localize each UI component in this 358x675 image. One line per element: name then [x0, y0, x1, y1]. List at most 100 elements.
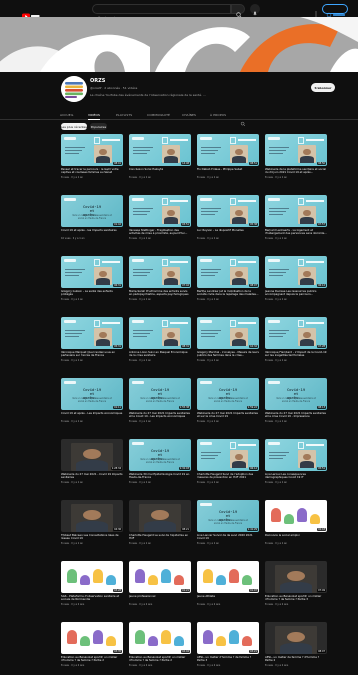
video-title[interactable]: Véronique Flambard - L'Impact de la Covi… [265, 351, 327, 358]
video-thumbnail[interactable]: Covid-19 et après... Vers un nouvel équilib… [61, 378, 123, 410]
video-title[interactable]: Jeanne Decisse Les ressources publics ac… [265, 290, 327, 297]
video-card[interactable]: Covid-19 et après... Vers un nouvel équilib… [61, 378, 123, 423]
video-thumbnail[interactable]: Covid-19 et après... Vers un nouvel équilib… [129, 439, 191, 471]
video-card[interactable]: 08:07 AESL, un métier de femme ? d'homme … [265, 622, 327, 667]
video-thumbnail[interactable]: Covid-19 et après... Vers un nouvel équilib… [265, 378, 327, 410]
video-card[interactable]: 05:38 Luc Royson - Le dispositif Monalisa… [197, 195, 259, 240]
video-title[interactable]: Covid 19 et après - les Impacts sanitair… [61, 229, 123, 236]
video-title[interactable]: Webinaire du 27 mai 2021 Impacts sanitai… [197, 412, 259, 419]
video-title[interactable]: Covid 19 et après - Les Impacts économiq… [61, 412, 123, 419]
video-thumbnail[interactable]: Covid-19 et après... Vers un nouvel équilib… [197, 500, 259, 532]
video-title[interactable]: Véronique Marquet Quel rendez-vous en pa… [61, 351, 123, 358]
video-title[interactable]: SGS - Plateforme d'observation sanitaire… [61, 595, 123, 602]
video-card[interactable]: 07:28 Véronique Flambard - L'Impact de la… [265, 317, 327, 362]
video-thumbnail[interactable]: 04:36 [61, 500, 123, 532]
video-thumbnail[interactable]: 08:51 [197, 134, 259, 166]
video-thumbnail[interactable]: 08:50 [265, 134, 327, 166]
video-title[interactable]: AESL, un métier de femme ? d'homme ? Par… [265, 656, 327, 663]
video-card[interactable]: 04:36 Thibaut Balcaen Les Consultations l… [61, 500, 123, 545]
video-card[interactable]: 01:21 Jeune professionnel 8 vues · Il y a … [129, 561, 191, 606]
video-card[interactable]: 1:28:34 Webinaire du 27 mai 2021 - Covid … [61, 439, 123, 484]
video-thumbnail[interactable]: 08:07 [265, 622, 327, 654]
video-thumbnail[interactable]: 02:18 [265, 500, 327, 532]
video-title[interactable]: Fin Débat d'idées - Philippe Sabat [197, 168, 259, 175]
video-card[interactable]: 03:51 Vanessa Stettinger - Fragilisation … [129, 195, 191, 240]
video-card[interactable]: Covid-19 et après... Vers un nouvel équilib… [197, 378, 259, 423]
video-title[interactable]: Penser et tracer le parcours : le Gwill … [61, 168, 123, 175]
video-title[interactable]: Grégory Gubsin - La santé des enfants pr… [61, 290, 123, 297]
video-title[interactable]: Webinaire 30 mai Epidémiologie Covid 19 … [129, 473, 191, 480]
video-card[interactable]: Covid-19 et après... Vers un nouvel équilib… [197, 500, 259, 545]
video-thumbnail[interactable]: 05:38 [197, 195, 259, 227]
video-title[interactable]: Berthe Landréw (et la mobilisation de la… [197, 290, 259, 297]
video-title[interactable]: Charlotte Haugard Le suivi de l'épidémie… [129, 534, 191, 541]
video-card[interactable]: Covid-19 et après... Vers un nouvel équilib… [61, 195, 123, 240]
video-thumbnail[interactable]: 01:07 [197, 561, 259, 593]
video-thumbnail[interactable]: 03:21 [197, 622, 259, 654]
video-title[interactable]: Antoine Lixon Suivi en Pasqual Economiqu… [129, 351, 191, 358]
video-title[interactable]: Conclusion Soraì Haksyté [129, 168, 191, 175]
video-title[interactable]: Marie-Sarah Prudhomme des enfants suivis… [129, 290, 191, 297]
video-title[interactable]: AESL, un métier d'homme ? de femme ? Par… [197, 656, 259, 663]
video-card[interactable]: 03:21 AESL, un métier d'homme ? de femme … [197, 622, 259, 667]
video-title[interactable]: Education au Bénévolat sportif, un métie… [265, 595, 327, 602]
video-thumbnail[interactable]: 07:28 [265, 317, 327, 349]
video-thumbnail[interactable]: 03:28 [61, 561, 123, 593]
video-title[interactable]: Charlotte Haugard Suivi de l'adoption de… [197, 473, 259, 480]
video-thumbnail[interactable]: 08:21 [129, 500, 191, 532]
video-thumbnail[interactable]: 06:31 [61, 256, 123, 288]
video-card[interactable]: 01:07 Jeune Athlete 8 vues · Il y a 2 ans [197, 561, 259, 606]
video-card[interactable]: 08:41 Penser et tracer le parcours : le G… [61, 134, 123, 179]
video-title[interactable]: Jeune professionnel [129, 595, 191, 602]
video-card[interactable]: 08:50 Webinaire de la plateforme sanitair… [265, 134, 327, 179]
video-thumbnail[interactable]: 10:32 [197, 317, 259, 349]
video-thumbnail[interactable]: 06:12 [265, 256, 327, 288]
video-card[interactable]: Covid-19 et après... Vers un nouvel équilib… [265, 378, 327, 423]
video-title[interactable]: Lina Leroux Les conséquences démographiq… [265, 473, 327, 480]
video-card[interactable]: 05:51 Lina Leroux Les conséquences démogr… [265, 439, 327, 484]
video-card[interactable]: Covid-19 et après... Vers un nouvel équilib… [129, 378, 191, 423]
video-card[interactable]: 05:31 Véronique Marquet Quel rendez-vous … [61, 317, 123, 362]
video-card[interactable]: Covid-19 et après... Vers un nouvel équilib… [129, 439, 191, 484]
video-card[interactable]: 04:04 Education au Bénévolat sportif, un … [129, 622, 191, 667]
video-thumbnail[interactable]: 07:57 [265, 195, 327, 227]
video-thumbnail[interactable]: 08:41 [61, 134, 123, 166]
video-title[interactable]: Education au Bénévolat sportif, un métie… [129, 656, 191, 663]
video-thumbnail[interactable]: 08:31 [129, 317, 191, 349]
video-title[interactable]: Live Lancer Survol de de suivi 2020 2021… [197, 534, 259, 541]
video-thumbnail[interactable]: 04:04 [129, 622, 191, 654]
video-thumbnail[interactable]: 05:51 [265, 439, 327, 471]
video-card[interactable]: 06:31 Grégory Gubsin - La santé des enfan… [61, 256, 123, 301]
video-thumbnail[interactable]: 08:07 [197, 256, 259, 288]
video-card[interactable]: 06:12 Jeanne Decisse Les ressources publi… [265, 256, 327, 301]
video-title[interactable]: Webinaire du 27 mai 2021 Impacts sanitai… [265, 412, 327, 419]
video-thumbnail[interactable]: 07:49 [265, 561, 327, 593]
video-thumbnail[interactable]: Covid-19 et après... Vers un nouvel équilib… [61, 195, 123, 227]
video-title[interactable]: Jeune Athlete [197, 595, 259, 602]
video-card[interactable]: 03:28 SGS - Plateforme d'observation sani… [61, 561, 123, 606]
video-card[interactable]: 03:35 Education au Bénévolat sportif, un … [61, 622, 123, 667]
video-card[interactable]: 07:57 Bernard Lenhaerts - La logement et … [265, 195, 327, 240]
video-card[interactable]: 14:48 Conclusion Soraì Haksyté 8 vues · Il… [129, 134, 191, 179]
video-title[interactable]: Découvre le social emploi [265, 534, 327, 541]
video-card[interactable]: 08:21 Charlotte Haugard Le suivi de l'épi… [129, 500, 191, 545]
video-thumbnail[interactable]: 1:28:34 [61, 439, 123, 471]
video-card[interactable]: 07:49 Education au Bénévolat sportif, un … [265, 561, 327, 606]
video-thumbnail[interactable]: 03:35 [61, 622, 123, 654]
video-card[interactable]: 10:32 Grégory Marchal - L'Analyse - Mesur… [197, 317, 259, 362]
video-title[interactable]: Thibaut Balcaen Les Consultations liées … [61, 534, 123, 541]
video-thumbnail[interactable]: 03:51 [129, 195, 191, 227]
video-title[interactable]: Webinaire du 27 mai 2021 - Covid 19 Impa… [61, 473, 123, 480]
video-thumbnail[interactable]: 05:31 [61, 317, 123, 349]
video-card[interactable]: 02:18 Découvre le social emploi 8 vues · I… [265, 500, 327, 545]
video-title[interactable]: Grégory Marchal - L'Analyse - Mesure de … [197, 351, 259, 358]
video-thumbnail[interactable]: Covid-19 et après... Vers un nouvel équilib… [129, 378, 191, 410]
video-thumbnail[interactable]: 14:48 [129, 134, 191, 166]
video-thumbnail[interactable]: 01:21 [129, 561, 191, 593]
video-card[interactable]: 08:31 Antoine Lixon Suivi en Pasqual Econ… [129, 317, 191, 362]
video-title[interactable]: Vanessa Stettinger - Fragilisation des a… [129, 229, 191, 236]
video-title[interactable]: Webinaire de la plateforme sanitaire et … [265, 168, 327, 175]
video-title[interactable]: Luc Royson - Le dispositif Monalisa [197, 229, 259, 236]
video-thumbnail[interactable]: 06:12 [197, 439, 259, 471]
video-title[interactable]: Webinaire du 27 mai 2021 Impacts sanitai… [129, 412, 191, 419]
